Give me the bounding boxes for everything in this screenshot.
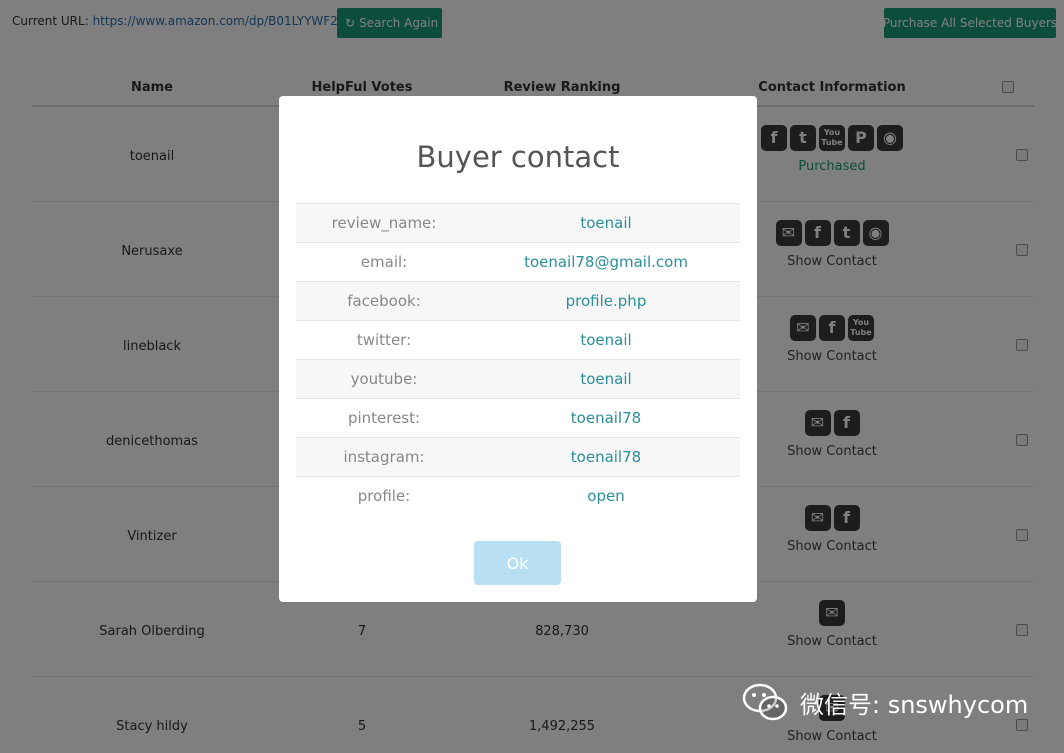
contact-row-instagram: instagram: toenail78 xyxy=(296,437,740,476)
contact-row-pinterest: pinterest: toenail78 xyxy=(296,398,740,437)
contact-row-twitter: twitter: toenail xyxy=(296,320,740,359)
contact-row-review-name: review_name: toenail xyxy=(296,203,740,242)
contact-row-email: email: toenail78@gmail.com xyxy=(296,242,740,281)
watermark: 微信号: snswhycom xyxy=(742,682,1028,722)
email-link[interactable]: toenail78@gmail.com xyxy=(472,253,740,271)
facebook-link[interactable]: profile.php xyxy=(472,292,740,310)
twitter-link[interactable]: toenail xyxy=(472,331,740,349)
profile-link[interactable]: open xyxy=(472,487,740,505)
instagram-link[interactable]: toenail78 xyxy=(472,448,740,466)
ok-button[interactable]: Ok xyxy=(474,541,561,585)
contact-row-facebook: facebook: profile.php xyxy=(296,281,740,320)
modal-title: Buyer contact xyxy=(416,140,620,174)
contact-row-profile: profile: open xyxy=(296,476,740,515)
wechat-icon xyxy=(742,683,788,721)
buyer-contact-modal: Buyer contact review_name: toenail email… xyxy=(279,96,757,602)
youtube-link[interactable]: toenail xyxy=(472,370,740,388)
contact-row-youtube: youtube: toenail xyxy=(296,359,740,398)
contact-details-table: review_name: toenail email: toenail78@gm… xyxy=(296,203,740,515)
watermark-text: 微信号: snswhycom xyxy=(800,690,1029,719)
pinterest-link[interactable]: toenail78 xyxy=(472,409,740,427)
